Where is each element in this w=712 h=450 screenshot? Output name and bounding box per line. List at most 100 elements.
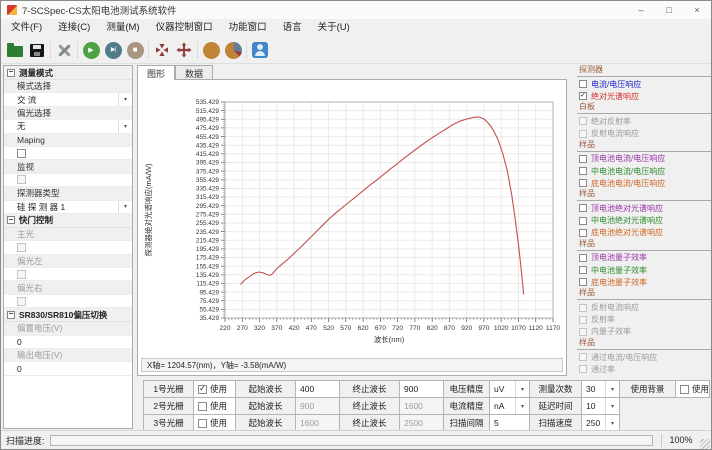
menu-item-6[interactable]: 关于(U) <box>310 19 358 37</box>
maping-checkbox[interactable] <box>4 147 132 160</box>
close-button[interactable]: × <box>683 1 711 19</box>
minimize-button[interactable]: – <box>627 1 655 19</box>
group-header-0[interactable]: 测量模式 <box>4 66 132 80</box>
checkbox-icon[interactable] <box>17 149 26 158</box>
table-select[interactable]: nA <box>490 398 530 415</box>
menu-item-5[interactable]: 语言 <box>275 19 310 37</box>
main-light-checkbox <box>4 241 132 254</box>
menu-item-3[interactable]: 仪器控制窗口 <box>148 19 221 37</box>
checkbox-icon[interactable] <box>579 167 587 175</box>
save-icon[interactable] <box>26 40 48 61</box>
table-select[interactable]: uV <box>490 381 530 398</box>
checkbox-icon[interactable] <box>579 217 587 225</box>
checkbox-icon[interactable] <box>579 254 587 262</box>
option-item[interactable]: 顶电池绝对光谱响应 <box>577 202 711 214</box>
dropdown-arrow-icon[interactable] <box>515 398 529 414</box>
maximize-button[interactable]: □ <box>655 1 683 19</box>
pan-view-icon[interactable] <box>173 40 195 61</box>
checkbox-icon[interactable] <box>579 278 587 286</box>
mode-select[interactable]: 交 流 <box>4 93 132 106</box>
property-label: 偏置电压(V) <box>4 322 132 335</box>
option-label: 中电池绝对光谱响应 <box>591 215 663 226</box>
center-view-icon[interactable] <box>151 40 173 61</box>
stop-icon[interactable]: ■ <box>124 40 146 61</box>
checkbox-icon[interactable] <box>198 419 207 428</box>
menu-item-2[interactable]: 测量(M) <box>98 19 147 37</box>
option-item[interactable]: 底电池量子效率 <box>577 276 711 288</box>
open-file-icon[interactable] <box>4 40 26 61</box>
tab-data[interactable]: 数据 <box>175 65 213 80</box>
table-checkbox-cell[interactable]: 使用 <box>194 381 236 398</box>
menu-item-0[interactable]: 文件(F) <box>3 19 50 37</box>
dropdown-arrow-icon[interactable] <box>118 120 132 132</box>
option-item[interactable]: 中电池量子效率 <box>577 264 711 276</box>
table-input[interactable]: 1600 <box>400 398 444 415</box>
tab-graph[interactable]: 图形 <box>137 65 175 80</box>
svg-text:420: 420 <box>289 325 300 332</box>
checkbox-icon[interactable] <box>680 385 689 394</box>
option-item[interactable]: 底电池电流/电压响应 <box>577 177 711 189</box>
run-continuous-icon[interactable]: ▶| <box>102 40 124 61</box>
table-label: 1号光栅 <box>144 381 194 398</box>
window-title: 7-SCSpec-CS太阳电池测试系统软件 <box>22 3 177 17</box>
resize-grip[interactable] <box>700 439 710 449</box>
dropdown-arrow-icon[interactable] <box>605 381 619 397</box>
dropdown-arrow-icon[interactable] <box>118 201 132 213</box>
checkbox-icon[interactable] <box>579 266 587 274</box>
polarization-select[interactable]: 无 <box>4 120 132 133</box>
chart-tab-strip: 图形 数据 <box>137 65 213 80</box>
option-item[interactable]: 顶电池量子效率 <box>577 252 711 264</box>
svg-text:155.429: 155.429 <box>196 263 220 270</box>
table-label: 终止波长 <box>340 381 400 398</box>
dropdown-arrow-icon[interactable] <box>605 398 619 414</box>
table-label: 电压精度 <box>444 381 490 398</box>
menu-item-4[interactable]: 功能窗口 <box>221 19 275 37</box>
table-label: 起始波长 <box>236 381 296 398</box>
table-checkbox-cell[interactable]: 使用 <box>676 381 710 398</box>
checkbox-icon[interactable] <box>579 80 587 88</box>
table-input[interactable]: 900 <box>296 398 340 415</box>
option-group-title: 样品 <box>579 238 595 249</box>
table-select[interactable]: 10 <box>582 398 620 415</box>
detector-type-select[interactable]: 硅 探 测 器 1 <box>4 201 132 214</box>
table-input[interactable]: 900 <box>400 381 444 398</box>
option-item[interactable]: 电流/电压响应 <box>577 78 711 90</box>
dropdown-arrow-icon[interactable] <box>515 381 529 397</box>
option-item[interactable]: 顶电池电流/电压响应 <box>577 153 711 165</box>
dropdown-arrow-icon[interactable] <box>605 415 619 431</box>
tab-data-label: 数据 <box>185 67 203 80</box>
bias-voltage-input[interactable]: 0 <box>4 336 132 349</box>
lamp-icon[interactable] <box>200 40 222 61</box>
tab-graph-label: 图形 <box>147 67 165 80</box>
checkbox-icon[interactable] <box>198 402 207 411</box>
settings-icon[interactable] <box>53 40 75 61</box>
table-label: 起始波长 <box>236 398 296 415</box>
group-header-1[interactable]: 快门控制 <box>4 214 132 228</box>
option-item[interactable]: 中电池绝对光谱响应 <box>577 215 711 227</box>
user-info-icon[interactable] <box>249 40 271 61</box>
checkbox-icon[interactable] <box>198 385 207 394</box>
checkbox-icon[interactable] <box>579 92 587 100</box>
table-select[interactable]: 30 <box>582 381 620 398</box>
spectral-response-chart[interactable]: 2202703203704204705205706206707207708208… <box>141 82 563 354</box>
pie-chart-icon[interactable] <box>222 40 244 61</box>
checkbox-icon[interactable] <box>579 204 587 212</box>
table-checkbox-cell[interactable]: 使用 <box>194 398 236 415</box>
checkbox-icon[interactable] <box>579 179 587 187</box>
option-label: 顶电池电流/电压响应 <box>591 153 665 164</box>
group-header-2[interactable]: SR830/SR810偏压切换 <box>4 308 132 322</box>
run-icon[interactable]: ▶ <box>80 40 102 61</box>
option-item[interactable]: 中电池电流/电压响应 <box>577 165 711 177</box>
svg-text:295.429: 295.429 <box>196 203 220 210</box>
table-input[interactable]: 400 <box>296 381 340 398</box>
output-voltage-input[interactable]: 0 <box>4 362 132 375</box>
option-item[interactable]: 底电池绝对光谱响应 <box>577 227 711 239</box>
checkbox-icon <box>579 328 587 336</box>
checkbox-icon[interactable] <box>579 155 587 163</box>
option-item[interactable]: 绝对光谱响应 <box>577 90 711 102</box>
menu-item-1[interactable]: 连接(C) <box>50 19 98 37</box>
checkbox-icon[interactable] <box>579 229 587 237</box>
dropdown-arrow-icon[interactable] <box>118 93 132 105</box>
svg-text:1020: 1020 <box>494 325 509 332</box>
option-label: 顶电池量子效率 <box>591 252 647 263</box>
